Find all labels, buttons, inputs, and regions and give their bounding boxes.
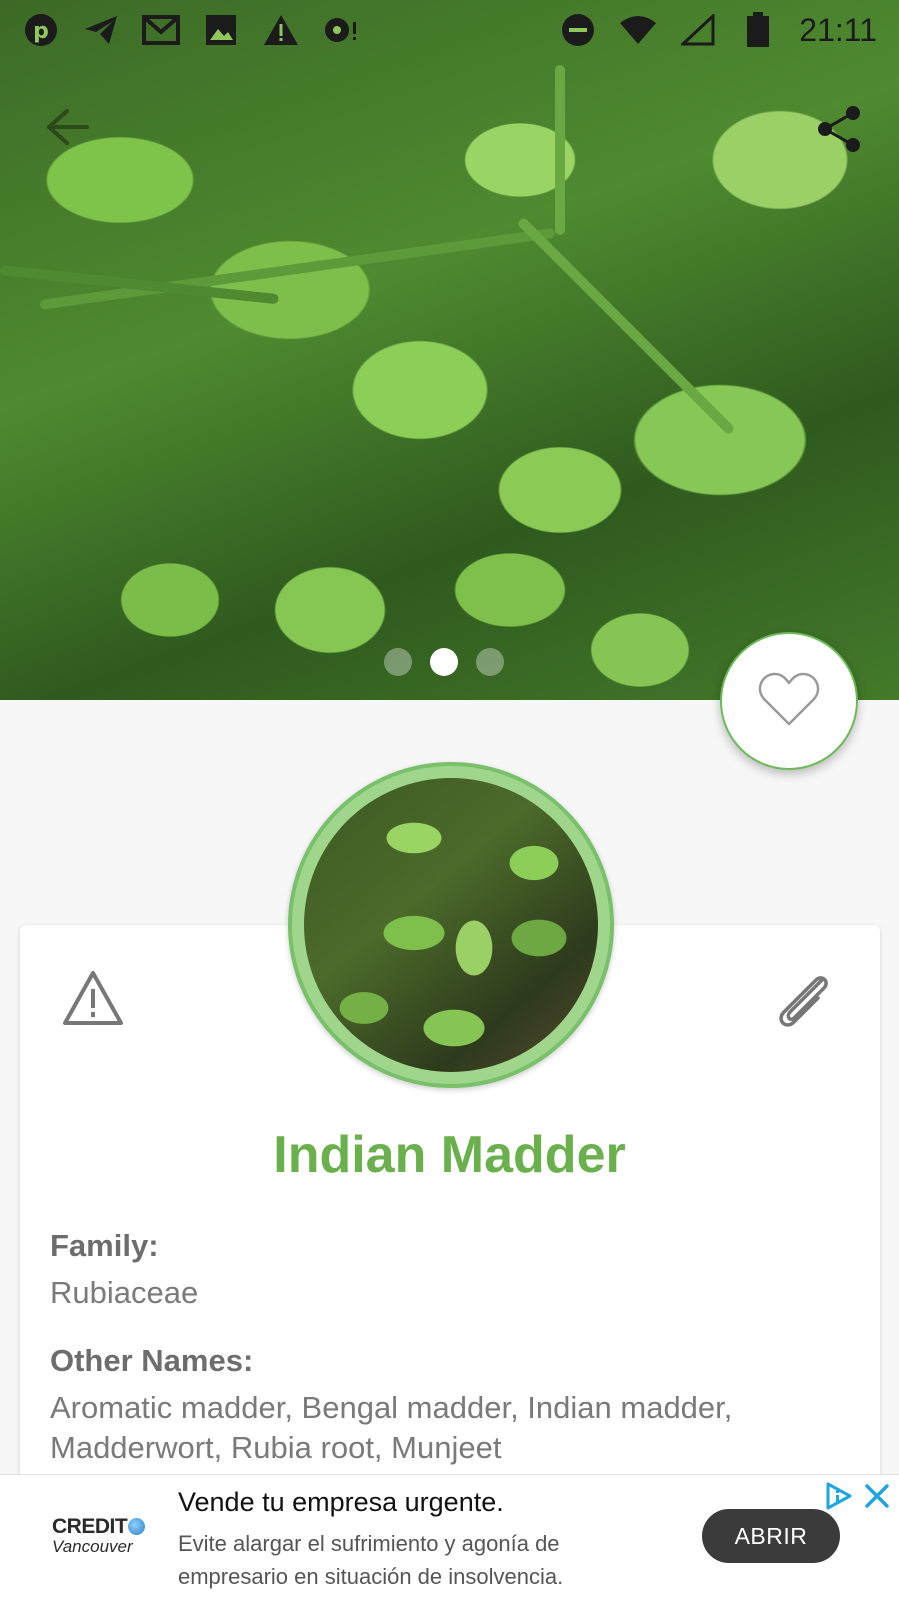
gmail-icon bbox=[142, 12, 180, 48]
plant-name: Indian Madder bbox=[273, 1126, 626, 1184]
back-arrow-icon[interactable] bbox=[40, 100, 94, 154]
ad-description: Evite alargar el sufrimiento y agonía de… bbox=[178, 1531, 564, 1589]
warning-icon bbox=[262, 12, 300, 48]
adchoices-icon[interactable] bbox=[824, 1481, 854, 1516]
ad-open-button[interactable]: ABRIR bbox=[702, 1509, 840, 1563]
ad-banner[interactable]: CREDIT Vancouver Vende tu empresa urgent… bbox=[0, 1474, 899, 1599]
battery-icon bbox=[739, 12, 777, 48]
wifi-icon bbox=[619, 12, 657, 48]
family-value: Rubiaceae bbox=[50, 1275, 199, 1310]
warning-triangle-icon[interactable] bbox=[62, 970, 124, 1031]
pager-dot[interactable] bbox=[476, 648, 504, 676]
gallery-icon bbox=[202, 12, 240, 48]
do-not-disturb-icon bbox=[559, 12, 597, 48]
globe-icon bbox=[128, 1518, 146, 1535]
status-bar: p 21:11 bbox=[0, 0, 899, 60]
heart-outline-icon bbox=[758, 671, 820, 732]
plant-thumbnail[interactable] bbox=[288, 762, 614, 1088]
pinterest-icon: p bbox=[22, 12, 60, 48]
share-icon[interactable] bbox=[812, 102, 866, 156]
pager-dot[interactable] bbox=[384, 648, 412, 676]
pager-dot-active[interactable] bbox=[430, 648, 458, 676]
favorite-button[interactable] bbox=[720, 632, 858, 770]
ad-title[interactable]: Vende tu empresa urgente. bbox=[178, 1487, 504, 1518]
ad-close-icon[interactable] bbox=[864, 1483, 890, 1514]
status-time: 21:11 bbox=[799, 11, 877, 48]
family-label: Family: bbox=[50, 1228, 159, 1263]
paperclip-icon[interactable] bbox=[772, 970, 834, 1037]
chat-icon bbox=[322, 12, 360, 48]
gallery-pager bbox=[384, 648, 504, 676]
plant-thumbnail-image bbox=[304, 778, 598, 1072]
ad-brand-logo: CREDIT Vancouver bbox=[52, 1515, 152, 1561]
telegram-icon bbox=[82, 12, 120, 48]
other-names-value: Aromatic madder, Bengal madder, Indian m… bbox=[50, 1390, 733, 1465]
signal-icon bbox=[679, 12, 717, 48]
plant-photo-gallery[interactable] bbox=[0, 0, 899, 700]
other-names-label: Other Names: bbox=[50, 1343, 254, 1378]
svg-text:p: p bbox=[33, 19, 49, 44]
